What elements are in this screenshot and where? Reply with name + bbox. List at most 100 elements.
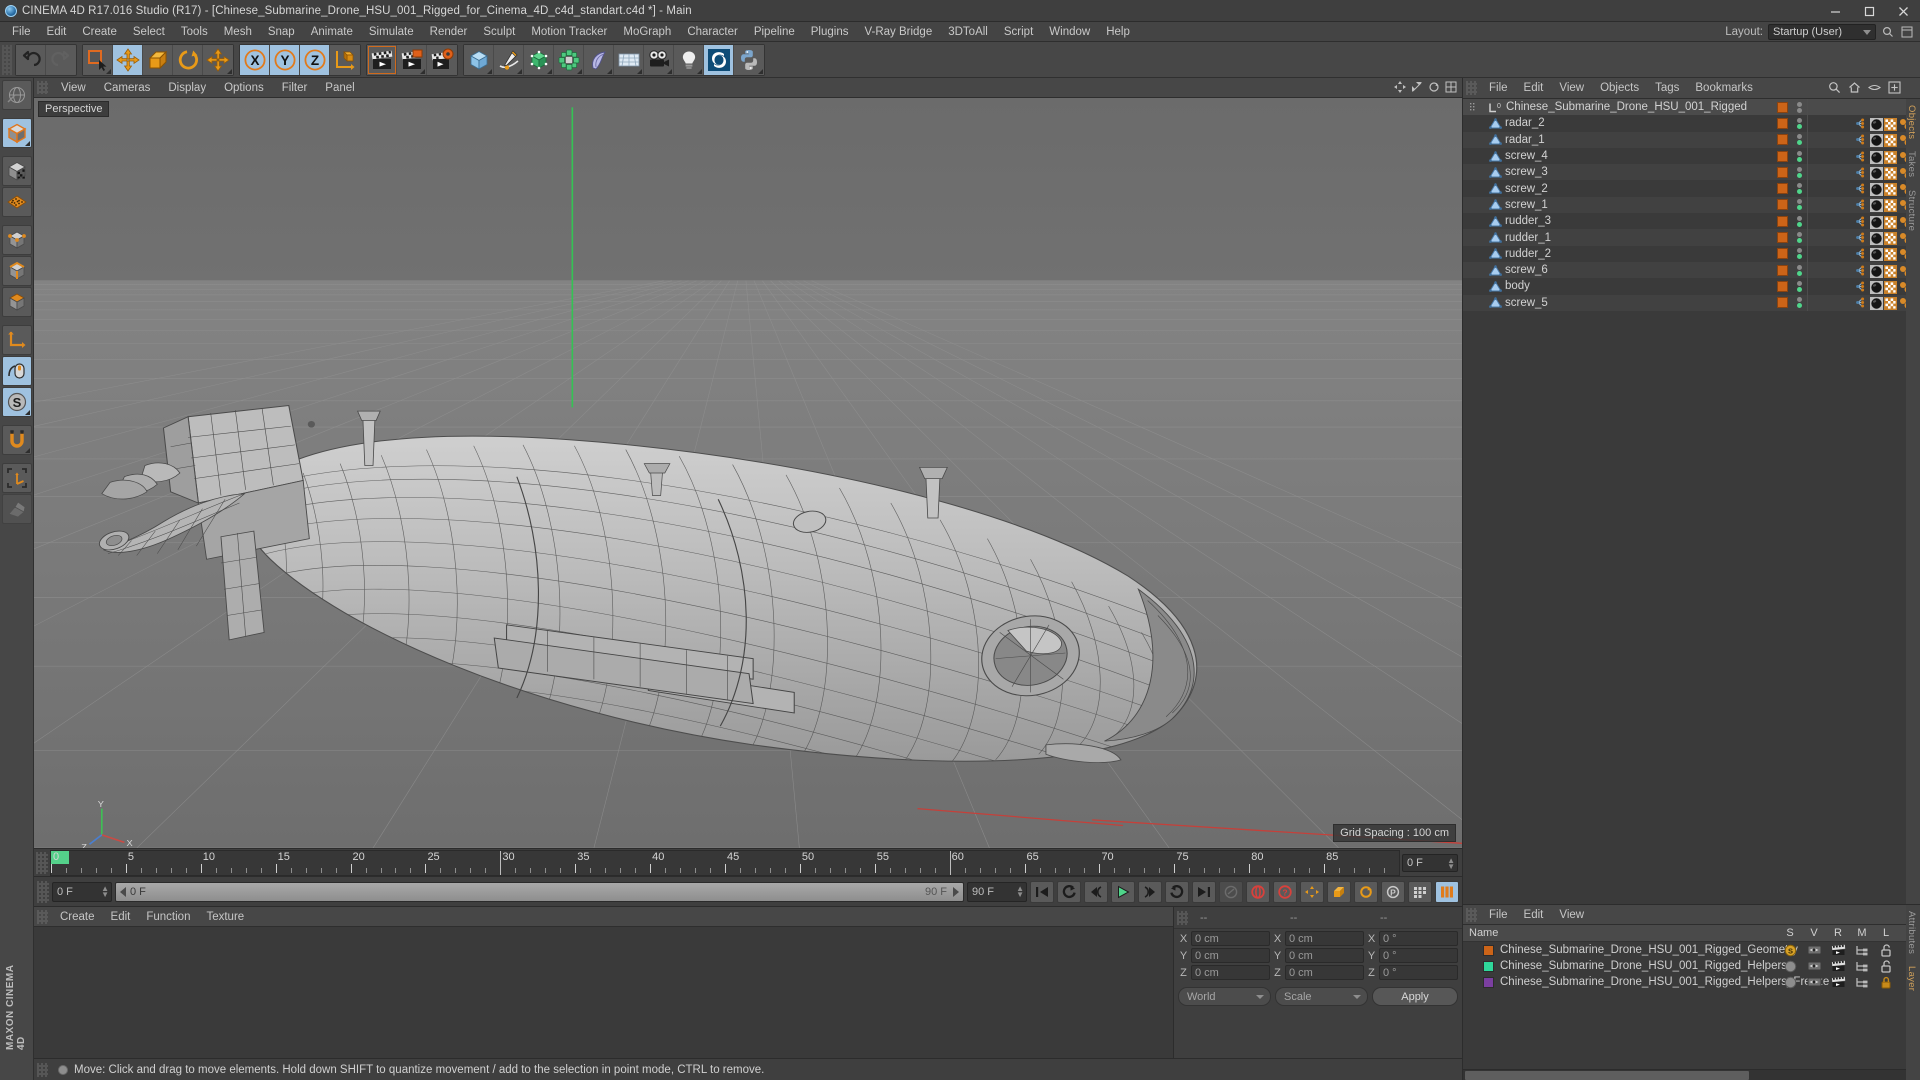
layer-lock-toggle[interactable] <box>1874 976 1898 989</box>
object-visibility-dots[interactable] <box>1797 183 1802 195</box>
layer-view-toggle[interactable] <box>1802 960 1826 973</box>
size-y-input[interactable]: 0 cm <box>1285 948 1364 963</box>
object-visibility-dots[interactable] <box>1797 215 1802 227</box>
tag-texture-icon[interactable] <box>1884 280 1897 294</box>
rotation-z-input[interactable]: 0 ° <box>1379 965 1458 980</box>
perspective-viewport[interactable]: Perspective Grid Spacing : 100 cm Y X Z <box>34 98 1462 848</box>
object-layer-chip[interactable] <box>1777 183 1788 195</box>
object-visibility-dots[interactable] <box>1797 101 1802 113</box>
tag-constraint-icon[interactable] <box>1856 297 1867 308</box>
layer-manager-grip[interactable] <box>1466 907 1477 922</box>
autokey-button[interactable] <box>1219 880 1243 903</box>
polygon-mode-button[interactable] <box>1 287 32 317</box>
menu-window[interactable]: Window <box>1041 22 1098 42</box>
object-layer-chip[interactable] <box>1777 199 1788 211</box>
tag-constraint-icon[interactable] <box>1856 248 1867 259</box>
layer-render-toggle[interactable] <box>1826 960 1850 973</box>
object-manager-grip[interactable] <box>1466 81 1477 95</box>
frame-range-slider[interactable]: 0 F 90 F <box>115 881 964 902</box>
object-row[interactable]: radar_2 <box>1463 115 1920 132</box>
menu-vray-bridge[interactable]: V-Ray Bridge <box>856 22 940 42</box>
menu-motion-tracker[interactable]: Motion Tracker <box>523 22 615 42</box>
tag-texture-icon[interactable] <box>1884 117 1897 131</box>
tag-constraint-icon[interactable] <box>1856 281 1867 292</box>
lock-tool-button[interactable] <box>1 494 32 524</box>
object-row[interactable]: screw_6 <box>1463 261 1920 279</box>
object-visibility-dots[interactable] <box>1797 280 1802 292</box>
object-row[interactable]: screw_1 <box>1463 196 1920 214</box>
status-bar-grip[interactable] <box>37 1062 48 1077</box>
layout-select[interactable]: Startup (User) <box>1768 24 1876 40</box>
material-menu-texture[interactable]: Texture <box>198 907 252 927</box>
go-to-start-button[interactable] <box>1030 880 1054 903</box>
render-view-button[interactable] <box>367 44 397 75</box>
menu-snap[interactable]: Snap <box>260 22 303 42</box>
object-row[interactable]: screw_4 <box>1463 147 1920 165</box>
layer-view-toggle[interactable] <box>1802 976 1826 989</box>
object-layer-chip[interactable] <box>1777 215 1788 227</box>
object-visibility-dots[interactable] <box>1797 134 1802 146</box>
object-row[interactable]: body <box>1463 278 1920 295</box>
menu-tools[interactable]: Tools <box>173 22 216 42</box>
viewport-rotate-icon[interactable] <box>1427 80 1441 94</box>
viewport-menu-filter[interactable]: Filter <box>273 78 317 98</box>
layer-row[interactable]: Chinese_Submarine_Drone_HSU_001_Rigged_H… <box>1463 958 1920 974</box>
object-layer-chip[interactable] <box>1777 248 1788 260</box>
frame-start-field[interactable]: 0 F ▲ ▼ <box>52 881 112 902</box>
rotation-x-input[interactable]: 0 ° <box>1379 931 1458 946</box>
tag-constraint-icon[interactable] <box>1856 199 1867 210</box>
object-row[interactable]: screw_5 <box>1463 294 1920 311</box>
move-variant-button[interactable] <box>203 44 233 75</box>
add-spline-button[interactable] <box>494 44 524 75</box>
object-layer-chip[interactable] <box>1777 117 1788 129</box>
menu-sculpt[interactable]: Sculpt <box>475 22 523 42</box>
add-deformer-button[interactable] <box>584 44 614 75</box>
material-menu-create[interactable]: Create <box>52 907 103 927</box>
menu-create[interactable]: Create <box>74 22 125 42</box>
tag-texture-icon[interactable] <box>1884 248 1897 262</box>
viewport-menu-display[interactable]: Display <box>159 78 215 98</box>
object-visibility-dots[interactable] <box>1797 166 1802 178</box>
apply-button[interactable]: Apply <box>1372 987 1458 1006</box>
object-row[interactable]: radar_1 <box>1463 131 1920 148</box>
layer-render-toggle[interactable] <box>1826 944 1850 957</box>
layer-manager-toggle[interactable] <box>1850 960 1874 973</box>
menu-plugins[interactable]: Plugins <box>803 22 857 42</box>
toolbar-grip[interactable] <box>2 44 12 75</box>
size-z-input[interactable]: 0 cm <box>1285 965 1364 980</box>
tag-constraint-icon[interactable] <box>1856 151 1867 162</box>
object-layer-chip[interactable] <box>1777 134 1788 146</box>
newwindow-icon[interactable] <box>1887 80 1902 95</box>
object-row[interactable]: screw_2 <box>1463 180 1920 197</box>
tag-material-icon[interactable] <box>1870 248 1883 262</box>
tag-material-icon[interactable] <box>1870 215 1883 229</box>
z-axis-lock-button[interactable]: Z <box>300 44 330 75</box>
material-list[interactable] <box>34 927 1173 1058</box>
object-visibility-dots[interactable] <box>1797 117 1802 129</box>
add-generator-button[interactable] <box>524 44 554 75</box>
tag-constraint-icon[interactable] <box>1856 118 1867 129</box>
add-scene-button[interactable] <box>614 44 644 75</box>
add-light-button[interactable] <box>674 44 704 75</box>
spinner-icon[interactable]: ▲ ▼ <box>101 884 109 898</box>
object-visibility-dots[interactable] <box>1797 248 1802 260</box>
layer-scrollbar[interactable] <box>1463 1069 1906 1080</box>
snap-button[interactable]: S <box>1 387 32 417</box>
viewport-move-icon[interactable] <box>1393 80 1407 94</box>
object-tree[interactable]: 0 Chinese_Submarine_Drone_HSU_001_Rigged… <box>1463 99 1920 904</box>
slider-left-handle-icon[interactable] <box>120 886 126 897</box>
coordinate-mode-select[interactable]: Scale <box>1275 987 1368 1006</box>
world-object-coord-button[interactable] <box>330 44 360 75</box>
layer-color-swatch[interactable] <box>1483 976 1494 988</box>
tag-texture-icon[interactable] <box>1884 150 1897 164</box>
size-x-input[interactable]: 0 cm <box>1285 931 1364 946</box>
menu-3dtoall[interactable]: 3DToAll <box>940 22 996 42</box>
menu-simulate[interactable]: Simulate <box>361 22 422 42</box>
previous-keyframe-button[interactable] <box>1057 880 1081 903</box>
object-row-root[interactable]: 0 Chinese_Submarine_Drone_HSU_001_Rigged <box>1463 99 1920 116</box>
object-visibility-dots[interactable] <box>1797 199 1802 211</box>
rotation-key-button[interactable] <box>1354 880 1378 903</box>
layer-row[interactable]: Chinese_Submarine_Drone_HSU_001_Rigged_H… <box>1463 974 1920 990</box>
scale-key-button[interactable] <box>1327 880 1351 903</box>
maximize-button[interactable] <box>1852 0 1886 22</box>
